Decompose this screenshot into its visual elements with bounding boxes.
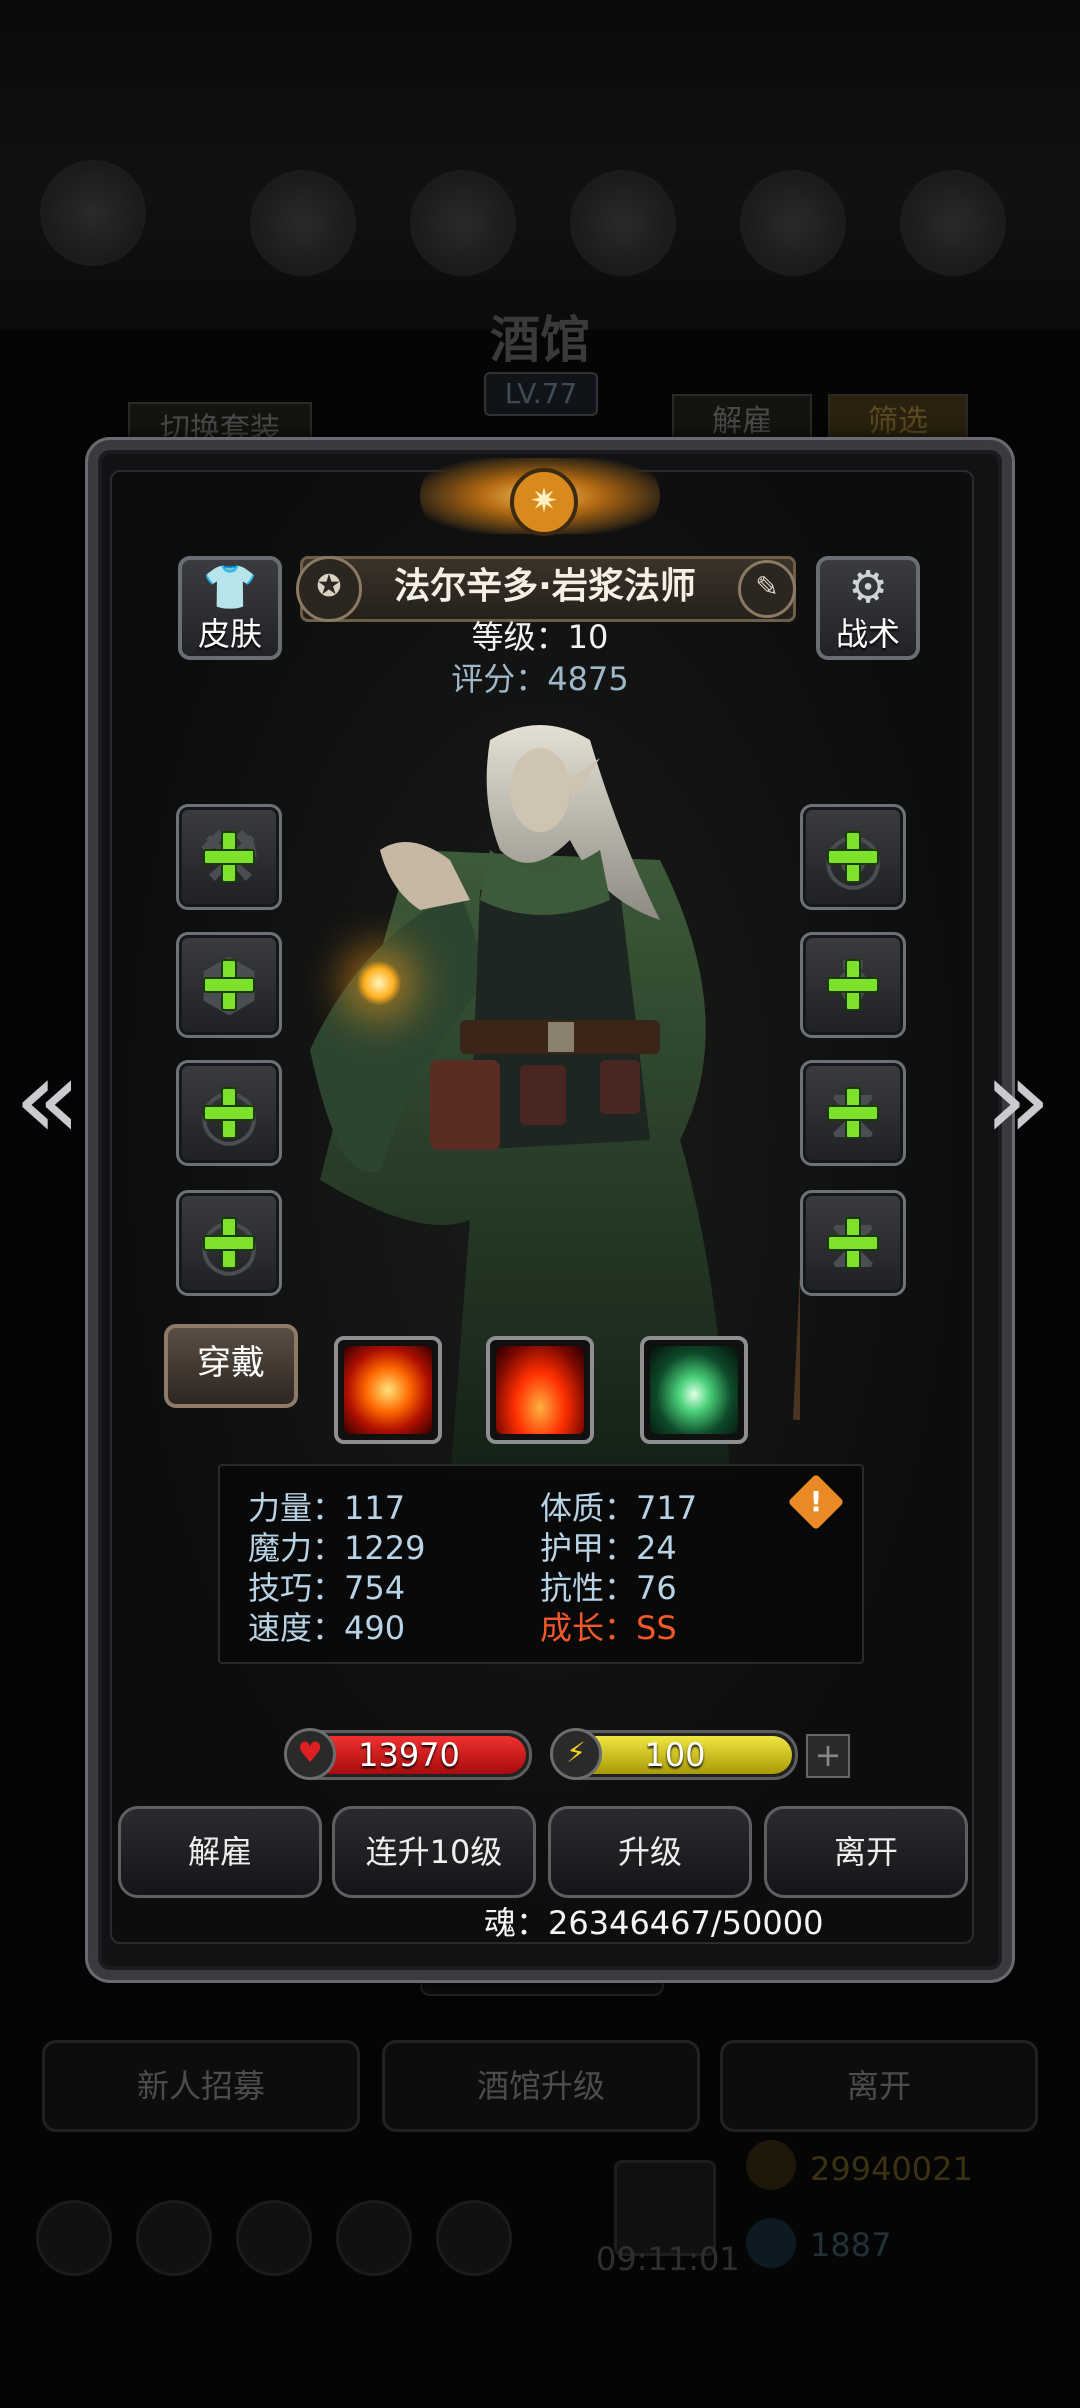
skill-green-light[interactable] <box>640 1336 748 1444</box>
next-hero-arrow-icon[interactable]: » <box>984 1044 1051 1154</box>
bg-bottom-icon <box>236 2200 312 2276</box>
equip-slot-armor[interactable]: ⬢ <box>176 932 282 1038</box>
add-equip-icon <box>201 957 257 1013</box>
equip-slot-weapon[interactable]: ⚒ <box>176 804 282 910</box>
bg-leave-button: 离开 <box>720 2040 1038 2132</box>
bg-gold-icon <box>746 2140 796 2190</box>
bg-avatar <box>40 160 146 266</box>
bg-gem-icon <box>746 2218 796 2268</box>
skin-button[interactable]: 👕 皮肤 <box>178 556 282 660</box>
stat-constitution: 体质：717 <box>540 1489 698 1527</box>
shirt-swap-icon: 👕 <box>202 562 258 613</box>
add-equip-icon <box>825 957 881 1013</box>
level-up-button[interactable]: 升级 <box>548 1806 752 1898</box>
bg-recruit-button: 新人招募 <box>42 2040 360 2132</box>
magic-orb <box>356 960 402 1006</box>
prev-hero-arrow-icon[interactable]: « <box>14 1044 81 1154</box>
bg-gold-amount: 29940021 <box>810 2150 973 2188</box>
bg-menu-icon <box>250 170 356 276</box>
stat-resistance: 抗性：76 <box>540 1569 677 1607</box>
skill-flame[interactable] <box>486 1336 594 1444</box>
soul-counter: 魂：26346467/50000 <box>484 1904 824 1942</box>
fire-burst-icon <box>344 1346 432 1434</box>
equip-slot-ring[interactable]: ○ <box>176 1060 282 1166</box>
skin-label: 皮肤 <box>197 615 262 653</box>
bg-tavern-level: LV.77 <box>484 372 598 416</box>
edit-name-icon[interactable]: ✎ <box>738 560 796 618</box>
equip-slot-rune-2[interactable]: ⧗ <box>800 1190 906 1296</box>
bg-tavern-upgrade-button: 酒馆升级 <box>382 2040 700 2132</box>
hero-level: 等级：10 <box>471 618 609 656</box>
level-up-10-button[interactable]: 连升10级 <box>332 1806 536 1898</box>
green-light-icon <box>650 1346 738 1434</box>
lightning-icon: ⚡ <box>550 1728 602 1780</box>
stat-strength: 力量：117 <box>248 1489 406 1527</box>
add-equip-icon <box>825 1215 881 1271</box>
equip-slot-ring-2[interactable]: ○ <box>176 1190 282 1296</box>
add-equip-icon <box>825 1085 881 1141</box>
equip-slot-rune[interactable]: ⧗ <box>800 1060 906 1166</box>
wear-button[interactable]: 穿戴 <box>164 1324 298 1408</box>
bg-menu-icon <box>900 170 1006 276</box>
bg-tavern-title: 酒馆 <box>490 310 590 369</box>
tactics-label: 战术 <box>835 615 900 653</box>
bg-menu-icon <box>570 170 676 276</box>
stat-magic: 魔力：1229 <box>248 1529 426 1567</box>
bg-bottom-icon <box>436 2200 512 2276</box>
hero-score: 评分：4875 <box>451 660 629 698</box>
flame-icon <box>496 1346 584 1434</box>
add-energy-button[interactable]: + <box>806 1734 850 1778</box>
stat-armor: 护甲：24 <box>540 1529 677 1567</box>
add-equip-icon <box>201 1085 257 1141</box>
add-equip-icon <box>201 829 257 885</box>
bg-gift-timer: 09:11:01 <box>596 2240 740 2278</box>
equip-slot-potion[interactable]: ⚱ <box>800 932 906 1038</box>
bg-gem-amount: 1887 <box>810 2226 892 2264</box>
stat-skill: 技巧：754 <box>248 1569 406 1607</box>
skill-fire-burst[interactable] <box>334 1336 442 1444</box>
leave-button[interactable]: 离开 <box>764 1806 968 1898</box>
background-header <box>0 0 1080 330</box>
bg-menu-icon <box>740 170 846 276</box>
bg-bottom-icon <box>136 2200 212 2276</box>
hero-name: 法尔辛多·岩浆法师 <box>394 566 696 607</box>
bg-bottom-icon <box>336 2200 412 2276</box>
bg-menu-icon <box>410 170 516 276</box>
warning-icon[interactable]: ! <box>796 1482 836 1522</box>
heart-icon: ♥ <box>284 1728 336 1780</box>
crest-emblem-icon: ✷ <box>510 468 578 536</box>
dismiss-button[interactable]: 解雇 <box>118 1806 322 1898</box>
gear-icon: ⚙ <box>848 562 888 613</box>
add-equip-icon <box>825 829 881 885</box>
equip-slot-amulet[interactable]: ◎ <box>800 804 906 910</box>
add-equip-icon <box>201 1215 257 1271</box>
stat-speed: 速度：490 <box>248 1609 406 1647</box>
stat-growth: 成长：SS <box>540 1609 677 1647</box>
tactics-button[interactable]: ⚙ 战术 <box>816 556 920 660</box>
bg-bottom-icon <box>36 2200 112 2276</box>
